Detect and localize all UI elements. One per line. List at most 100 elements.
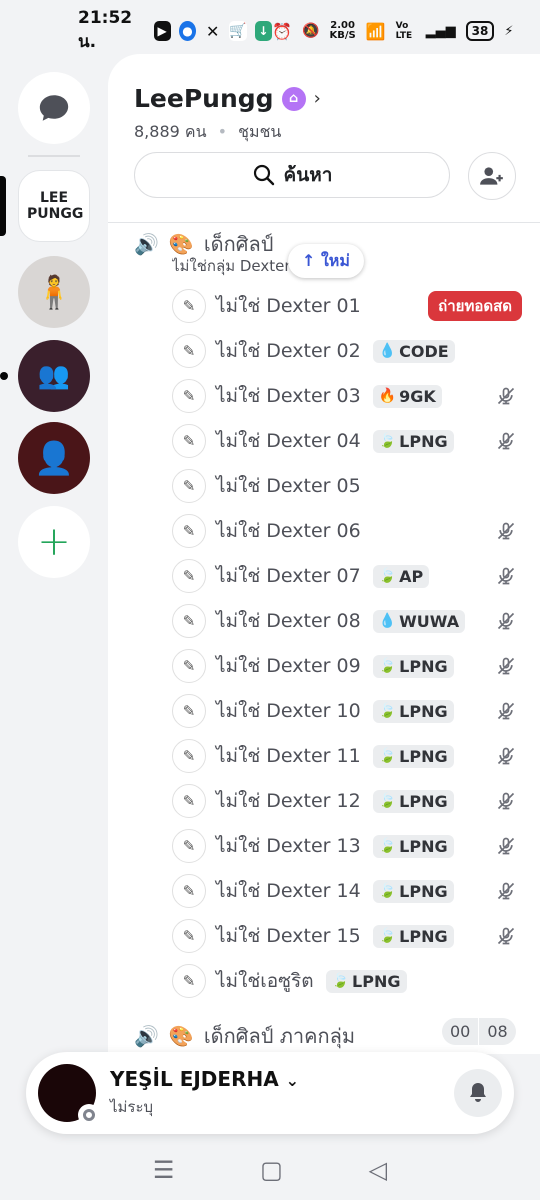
clan-tag-icon: 🍃 [378,748,397,764]
muted-mic-icon [497,522,515,540]
clan-tag-label: LPNG [399,701,448,721]
member-avatar[interactable]: ✎ [172,559,206,593]
clan-tag: 🍃 LPNG [372,789,454,813]
clan-tag-icon: 🍃 [378,568,397,584]
voice-member-row[interactable]: ✎ ไม่ใช่ Dexter 09 🍃 LPNG [172,646,522,686]
voice-channel-2[interactable]: 🔊 🎨 เด็กศิลป์ ภาคกลุ่ม [134,1020,355,1052]
member-avatar[interactable]: ✎ [172,649,206,683]
voice-member-row[interactable]: ✎ ไม่ใช่ Dexter 10 🍃 LPNG [172,691,522,731]
clan-tag-label: LPNG [399,926,448,946]
channel-subtitle: ไม่ใช่กลุ่ม Dexter [172,257,291,275]
clan-tag-label: LPNG [399,656,448,676]
voice-member-row[interactable]: ✎ ไม่ใช่ Dexter 07 🍃 AP [172,556,522,596]
member-name: ไม่ใช่ Dexter 14 [216,880,361,902]
member-avatar[interactable]: ✎ [172,694,206,728]
muted-mic-icon [497,882,515,900]
voice-member-row[interactable]: ✎ ไม่ใช่ Dexter 12 🍃 LPNG [172,781,522,821]
muted-mic-icon [497,657,515,675]
member-avatar[interactable]: ✎ [172,874,206,908]
back-icon[interactable]: ◁ [369,1156,387,1184]
clan-tag-icon: 🍃 [378,433,397,449]
voice-member-row[interactable]: ✎ ไม่ใช่ Dexter 13 🍃 LPNG [172,826,522,866]
add-server-button[interactable]: + [18,506,90,578]
muted-mic-icon [497,612,515,630]
member-avatar[interactable]: ✎ [172,784,206,818]
voice-member-row[interactable]: ✎ ไม่ใช่ Dexter 08 💧 WUWA [172,601,522,641]
voice-member-row[interactable]: ✎ ไม่ใช่เอซูริต 🍃 LPNG [172,961,522,1001]
clan-tag-icon: 💧 [378,343,397,359]
server-header[interactable]: LeePungg ⌂ › [134,84,321,113]
member-name: ไม่ใช่ Dexter 10 [216,700,361,722]
user-status: ไม่ระบุ [110,1098,154,1116]
voice-member-row[interactable]: ✎ ไม่ใช่ Dexter 03 🔥 9GK [172,376,522,416]
jump-to-new-button[interactable]: ↑ ใหม่ [288,244,364,278]
muted-mic-icon [497,702,515,720]
voice-member-row[interactable]: ✎ ไม่ใช่ Dexter 02 💧 CODE [172,331,522,371]
add-user-icon [480,167,503,185]
server-avatar-3[interactable]: 👥 [18,340,90,412]
direct-messages-button[interactable] [18,72,90,144]
member-name: ไม่ใช่ Dexter 09 [216,655,361,677]
server-rail: LEE PUNGG 🧍 👥 👤 + [0,62,108,1062]
clan-tag: 💧 CODE [372,339,455,363]
signal-icon: ▂▄▆ [425,23,456,39]
voice-member-row[interactable]: ✎ ไม่ใช่ Dexter 15 🍃 LPNG [172,916,522,956]
notifications-button[interactable] [454,1069,502,1117]
member-avatar[interactable]: ✎ [172,514,206,548]
clan-tag: 🍃 LPNG [372,429,454,453]
server-leepungg[interactable]: LEE PUNGG [18,170,90,242]
member-name: ไม่ใช่เอซูริต [216,970,314,992]
member-avatar[interactable]: ✎ [172,469,206,503]
server-avatar-2[interactable]: 🧍 [18,256,90,328]
voice-member-row[interactable]: ✎ ไม่ใช่ Dexter 06 [172,511,522,551]
invite-members-button[interactable] [468,152,516,200]
member-avatar[interactable]: ✎ [172,424,206,458]
clan-tag: 🍃 LPNG [372,699,454,723]
member-avatar[interactable]: ✎ [172,289,206,323]
clan-tag-label: 9GK [399,386,436,406]
chevron-down-icon: ⌄ [285,1071,300,1090]
member-name: ไม่ใช่ Dexter 03 [216,385,361,407]
member-name: ไม่ใช่ Dexter 13 [216,835,361,857]
server-avatar-4[interactable]: 👤 [18,422,90,494]
voice-member-row[interactable]: ✎ ไม่ใช่ Dexter 04 🍃 LPNG [172,421,522,461]
member-avatar[interactable]: ✎ [172,919,206,953]
clan-tag-label: WUWA [399,611,460,631]
member-name: ไม่ใช่ Dexter 01 [216,295,361,317]
channel-timer: 00 08 [442,1018,516,1045]
clan-tag: 🍃 LPNG [325,969,407,993]
palette-icon: 🎨 [168,1024,194,1048]
member-name: ไม่ใช่ Dexter 05 [216,475,361,497]
group-art-icon: 👥 [37,361,71,391]
voice-member-row[interactable]: ✎ ไม่ใช่ Dexter 01 ถ่ายทอดสด [172,286,522,326]
member-avatar[interactable]: ✎ [172,829,206,863]
user-panel[interactable]: YEŞİL EJDERHA ⌄ ไม่ระบุ [26,1052,514,1134]
member-avatar[interactable]: ✎ [172,964,206,998]
timer-seconds: 08 [478,1018,516,1045]
member-avatar[interactable]: ✎ [172,379,206,413]
search-label: ค้นหา [283,164,333,186]
recent-apps-icon[interactable]: ☰ [153,1156,175,1184]
muted-mic-icon [497,837,515,855]
voice-member-row[interactable]: ✎ ไม่ใช่ Dexter 05 [172,466,522,506]
clan-tag-icon: 🍃 [378,838,397,854]
user-name-row[interactable]: YEŞİL EJDERHA ⌄ [110,1067,299,1091]
member-avatar[interactable]: ✎ [172,334,206,368]
x-icon: ✕ [206,21,220,41]
voice-member-row[interactable]: ✎ ไม่ใช่ Dexter 11 🍃 LPNG [172,736,522,776]
member-avatar[interactable]: ✎ [172,739,206,773]
member-name: ไม่ใช่ Dexter 11 [216,745,361,767]
clan-tag: 🍃 LPNG [372,924,454,948]
muted-mic-icon [497,747,515,765]
home-icon[interactable]: ▢ [260,1156,283,1184]
volte-label: Vo LTE [395,21,413,41]
clan-tag-icon: 🍃 [378,793,397,809]
user-avatar[interactable] [38,1064,100,1126]
clan-tag-label: LPNG [399,836,448,856]
search-button[interactable]: ค้นหา [134,152,450,198]
clan-tag-icon: 🔥 [378,388,397,404]
header-divider [108,222,540,223]
voice-member-row[interactable]: ✎ ไม่ใช่ Dexter 14 🍃 LPNG [172,871,522,911]
member-avatar[interactable]: ✎ [172,604,206,638]
channel-panel: LeePungg ⌂ › 8,889 คน • ชุมชน ค้นหา 🔊 🎨 … [108,54,540,1054]
